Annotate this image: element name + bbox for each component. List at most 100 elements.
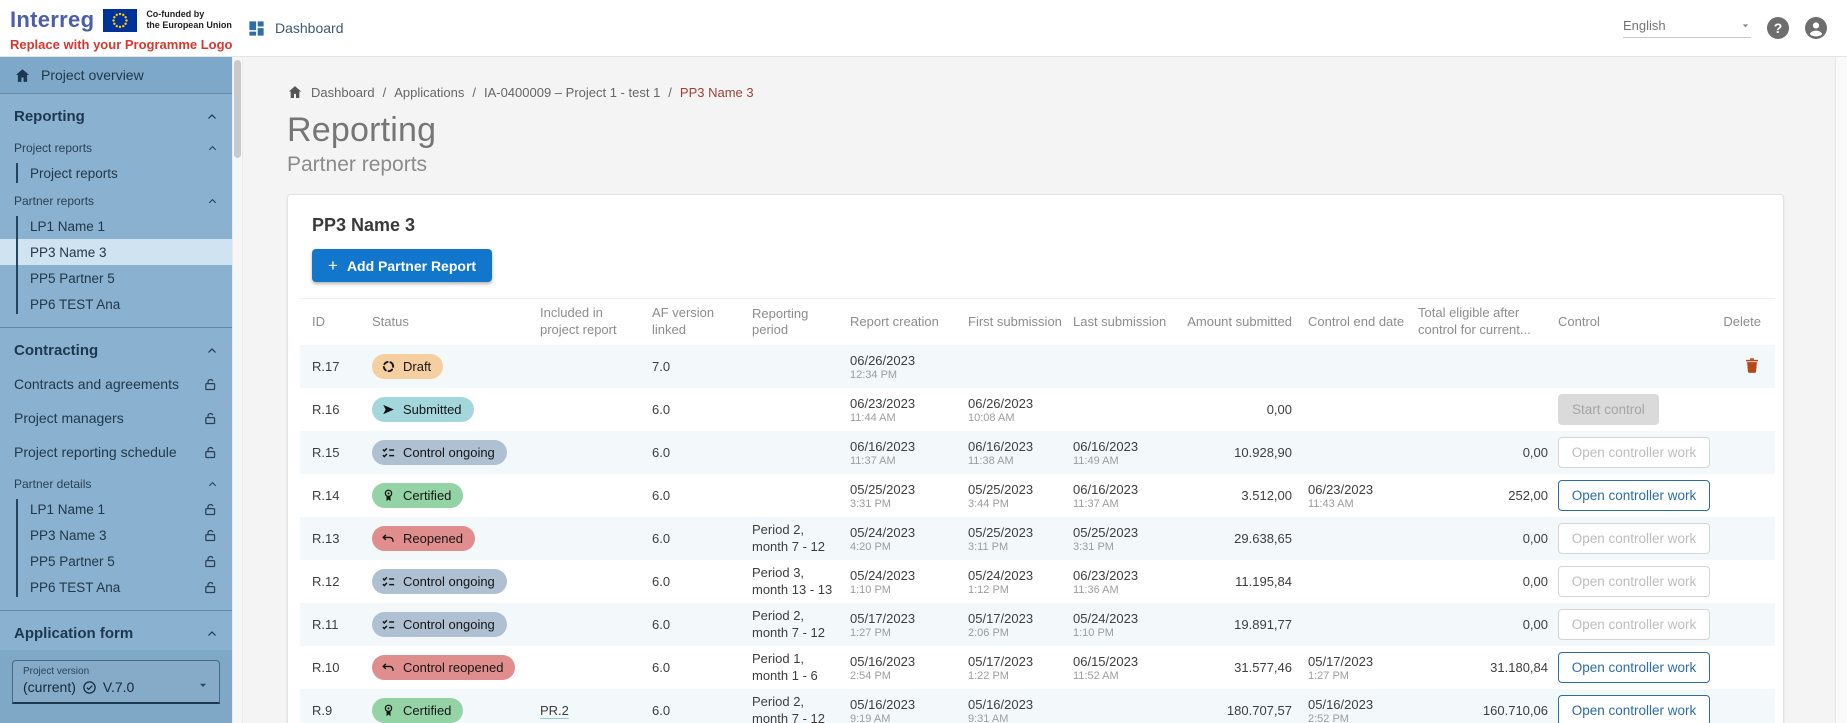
sidebar-item-detail-pp5-partner-5[interactable]: PP5 Partner 5: [0, 548, 232, 574]
table-row-r11[interactable]: R.11 Control ongoing 6.0 Period 2,month …: [300, 603, 1775, 646]
table-row-r10[interactable]: R.10 Control reopened 6.0 Period 1,month…: [300, 646, 1775, 689]
sidebar-item-contracts-and-agreements[interactable]: Contracts and agreements: [0, 367, 232, 401]
col-header-total-eligible: Total eligible after control for current…: [1418, 305, 1558, 339]
af-version: 6.0: [652, 531, 752, 546]
control-end-date: [1308, 452, 1418, 453]
chevron-up-icon: [206, 345, 218, 357]
amount-submitted: 10.928,90: [1178, 445, 1308, 460]
sidebar: Project overview Reporting Project repor…: [0, 57, 232, 723]
chevron-up-icon: [207, 143, 218, 154]
check-circle-icon: [82, 680, 97, 695]
report-id: R.14: [300, 488, 372, 503]
sidebar-item-project-reports[interactable]: Project reports: [0, 160, 232, 186]
amount-submitted: 3.512,00: [1178, 488, 1308, 503]
table-row-r14[interactable]: R.14 Certified 6.0 05/25/20233:31 PM 05/…: [300, 474, 1775, 517]
language-select[interactable]: English: [1623, 18, 1751, 38]
programme-logo-placeholder-text: Replace with your Programme Logo: [10, 37, 245, 52]
sidebar-item-project-overview[interactable]: Project overview: [0, 57, 232, 94]
sidebar-item-detail-lp1-name-1[interactable]: LP1 Name 1: [0, 496, 232, 522]
partner-name-heading: PP3 Name 3: [312, 215, 1783, 236]
last-submission: [1073, 710, 1178, 711]
lock-open-icon: [203, 377, 218, 392]
sidebar-section-contracting-header[interactable]: Contracting: [0, 332, 232, 367]
person-icon: [1805, 17, 1827, 39]
col-header-control: Control: [1558, 314, 1723, 331]
total-eligible: 0,00: [1418, 617, 1558, 632]
reporting-period: Period 2,month 7 - 12: [752, 608, 850, 641]
sidebar-item-project-reporting-schedule[interactable]: Project reporting schedule: [0, 435, 232, 469]
partner-reports-table: ID Status Included in project report AF …: [300, 298, 1775, 723]
table-row-r13[interactable]: R.13 Reopened 6.0 Period 2,month 7 - 12 …: [300, 517, 1775, 560]
col-header-first-submission: First submission: [968, 314, 1073, 331]
total-eligible: 0,00: [1418, 531, 1558, 546]
report-creation: 06/26/202312:34 PM: [850, 353, 968, 381]
eu-cofunded-label: Co-funded by the European Union: [146, 7, 232, 31]
open-controller-work-button[interactable]: Open controller work: [1558, 695, 1710, 723]
sidebar-group-partner-details[interactable]: Partner details: [0, 469, 232, 494]
control-end-date: 05/16/20232:52 PM: [1308, 697, 1418, 723]
sidebar-item-pp5-partner-5[interactable]: PP5 Partner 5: [0, 265, 232, 291]
home-icon: [14, 67, 31, 84]
programme-logo: Interreg Co-funded by the European Union…: [10, 7, 245, 52]
chevron-up-icon: [207, 479, 218, 490]
breadcrumb-project[interactable]: IA-0400009 – Project 1 - test 1: [484, 85, 660, 100]
report-id: R.12: [300, 574, 372, 589]
sidebar-item-lp1-name-1[interactable]: LP1 Name 1: [0, 213, 232, 239]
sidebar-item-detail-pp6-test-ana[interactable]: PP6 TEST Ana: [0, 574, 232, 600]
sidebar-item-detail-pp3-name-3[interactable]: PP3 Name 3: [0, 522, 232, 548]
user-profile-icon[interactable]: [1805, 17, 1827, 39]
reporting-period: Period 1,month 1 - 6: [752, 651, 850, 684]
af-version: 6.0: [652, 703, 752, 718]
breadcrumb-current-page: PP3 Name 3: [680, 85, 754, 100]
report-id: R.17: [300, 359, 372, 374]
included-project-report-link[interactable]: PR.2: [540, 703, 569, 718]
delete-report-button[interactable]: [1743, 356, 1761, 378]
sidebar-item-label: Project overview: [41, 67, 144, 83]
status-badge-submitted: Submitted: [372, 397, 474, 422]
sidebar-item-pp6-test-ana[interactable]: PP6 TEST Ana: [0, 291, 232, 317]
sidebar-scrollbar[interactable]: [232, 57, 243, 723]
nav-dashboard[interactable]: Dashboard: [247, 19, 344, 38]
open-controller-work-button[interactable]: Open controller work: [1558, 480, 1710, 511]
trash-icon: [1743, 356, 1761, 375]
sidebar-item-project-managers[interactable]: Project managers: [0, 401, 232, 435]
sidebar-group-project-reports[interactable]: Project reports: [0, 133, 232, 158]
sidebar-section-reporting: Reporting Project reports Project report…: [0, 94, 232, 328]
sidebar-group-partner-reports[interactable]: Partner reports: [0, 186, 232, 211]
scrollbar-thumb[interactable]: [234, 60, 241, 158]
sidebar-item-pp3-name-3[interactable]: PP3 Name 3: [0, 239, 232, 265]
breadcrumb-separator: /: [472, 85, 476, 100]
col-header-reporting-period: Reporting period: [752, 306, 850, 339]
dashboard-icon: [247, 19, 266, 38]
sidebar-section-application-form-header[interactable]: Application form: [0, 615, 232, 650]
table-row-r12[interactable]: R.12 Control ongoing 6.0 Period 3,month …: [300, 560, 1775, 603]
table-row-r15[interactable]: R.15 Control ongoing 6.0 06/16/202311:37…: [300, 431, 1775, 474]
last-submission: [1073, 409, 1178, 410]
table-row-r17[interactable]: R.17 Draft 7.0 06/26/202312:34 PM: [300, 345, 1775, 388]
control-end-date: [1308, 409, 1418, 410]
breadcrumb: Dashboard / Applications / IA-0400009 – …: [287, 84, 1847, 100]
total-eligible: 252,00: [1418, 488, 1558, 503]
table-row-r9[interactable]: R.9 Certified PR.2 6.0 Period 2,month 7 …: [300, 689, 1775, 723]
add-partner-report-button[interactable]: + Add Partner Report: [312, 249, 492, 282]
report-id: R.15: [300, 445, 372, 460]
page-scrollbar[interactable]: [1835, 57, 1847, 723]
col-header-included: Included in project report: [540, 305, 652, 339]
sidebar-section-contracting: Contracting Contracts and agreements Pro…: [0, 328, 232, 611]
breadcrumb-applications[interactable]: Applications: [394, 85, 464, 100]
open-controller-work-button[interactable]: Open controller work: [1558, 652, 1710, 683]
open-controller-work-button: Open controller work: [1558, 523, 1710, 554]
project-version-current: (current): [23, 679, 76, 695]
help-icon[interactable]: ?: [1767, 17, 1789, 39]
breadcrumb-dashboard[interactable]: Dashboard: [311, 85, 375, 100]
top-bar: Interreg Co-funded by the European Union…: [0, 0, 1847, 57]
breadcrumb-separator: /: [668, 85, 672, 100]
status-badge-reopened: Reopened: [372, 526, 475, 551]
table-row-r16[interactable]: R.16 Submitted 6.0 06/23/202311:44 AM 06…: [300, 388, 1775, 431]
report-creation: 05/16/20232:54 PM: [850, 654, 968, 682]
chevron-up-icon: [206, 628, 218, 640]
lock-open-icon: [203, 411, 218, 426]
project-version-select[interactable]: Project version (current) V.7.0: [12, 660, 220, 704]
sidebar-section-reporting-header[interactable]: Reporting: [0, 98, 232, 133]
last-submission: 06/23/202311:36 AM: [1073, 568, 1178, 596]
